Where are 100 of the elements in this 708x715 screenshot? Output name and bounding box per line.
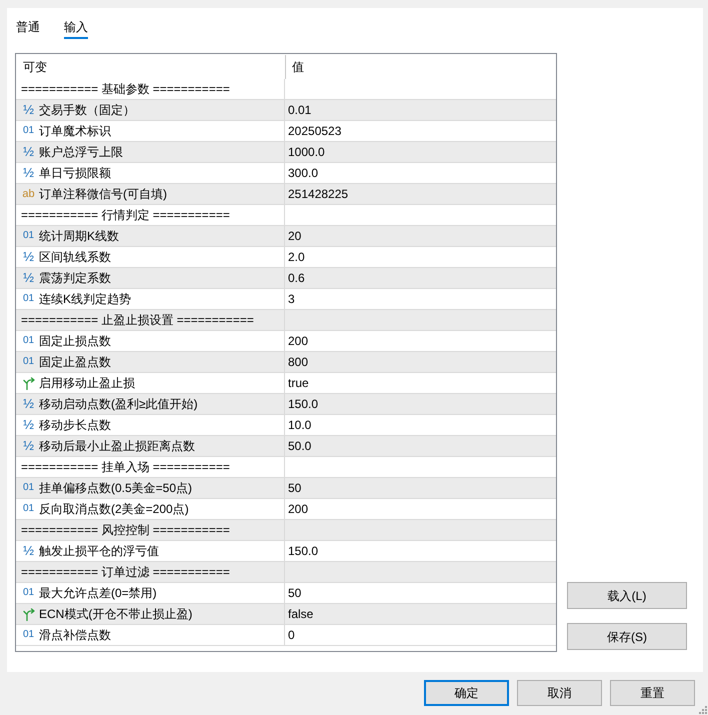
value-cell[interactable]: 20250523	[285, 121, 556, 141]
parameter-name: ECN模式(开仓不带止损止盈)	[39, 606, 192, 623]
value-cell[interactable]: 50.0	[285, 436, 556, 456]
branch-arrow-icon	[22, 376, 34, 390]
value-cell[interactable]: 200	[285, 499, 556, 519]
table-row[interactable]: 01 挂单偏移点数(0.5美金=50点) 50	[16, 478, 556, 499]
parameter-name: 滑点补偿点数	[39, 627, 111, 644]
table-row[interactable]: ½ 移动启动点数(盈利≥此值开始) 150.0	[16, 394, 556, 415]
value-cell[interactable]: 200	[285, 331, 556, 351]
fraction-icon: ½	[22, 271, 35, 285]
parameter-name: 固定止盈点数	[39, 354, 111, 371]
group-heading: =========== 订单过滤 ===========	[21, 564, 230, 581]
table-row[interactable]: ½ 触发止损平仓的浮亏值 150.0	[16, 541, 556, 562]
table-row[interactable]: ½ 移动步长点数 10.0	[16, 415, 556, 436]
group-heading: =========== 行情判定 ===========	[21, 207, 230, 224]
parameter-name: 启用移动止盈止损	[39, 375, 135, 392]
parameter-name: 账户总浮亏上限	[39, 144, 123, 161]
digits-icon: 01	[22, 124, 35, 138]
fraction-icon: ½	[22, 439, 35, 453]
parameter-name: 移动步长点数	[39, 417, 111, 434]
value-cell[interactable]: 150.0	[285, 541, 556, 561]
table-row[interactable]: ½ 单日亏损限额 300.0	[16, 163, 556, 184]
table-row[interactable]: ½ 交易手数（固定） 0.01	[16, 100, 556, 121]
dialog-button[interactable]: 重置	[610, 680, 695, 706]
table-row[interactable]: =========== 行情判定 ===========	[16, 205, 556, 226]
fraction-icon: ½	[22, 145, 35, 159]
fraction-icon: ½	[22, 250, 35, 264]
fraction-icon: ½	[22, 103, 35, 117]
value-cell[interactable]: 2.0	[285, 247, 556, 267]
value-cell[interactable]: 0.01	[285, 100, 556, 120]
parameter-name: 震荡判定系数	[39, 270, 111, 287]
table-row[interactable]: ½ 震荡判定系数 0.6	[16, 268, 556, 289]
table-row[interactable]: ½ 移动后最小止盈止损距离点数 50.0	[16, 436, 556, 457]
value-cell[interactable]: 150.0	[285, 394, 556, 414]
parameter-name: 单日亏损限额	[39, 165, 111, 182]
table-row[interactable]: 01 连续K线判定趋势 3	[16, 289, 556, 310]
digits-icon: 01	[22, 292, 35, 306]
table-row[interactable]: =========== 订单过滤 ===========	[16, 562, 556, 583]
group-heading: =========== 止盈止损设置 ===========	[21, 312, 254, 329]
value-cell[interactable]: 1000.0	[285, 142, 556, 162]
value-cell[interactable]: 10.0	[285, 415, 556, 435]
value-cell[interactable]: 50	[285, 478, 556, 498]
value-cell[interactable]: 300.0	[285, 163, 556, 183]
value-cell[interactable]: 0	[285, 625, 556, 645]
parameter-name: 订单注释微信号(可自填)	[39, 186, 167, 203]
table-row[interactable]: ½ 账户总浮亏上限 1000.0	[16, 142, 556, 163]
table-row[interactable]: =========== 挂单入场 ===========	[16, 457, 556, 478]
value-cell[interactable]: 3	[285, 289, 556, 309]
table-row[interactable]: 01 固定止损点数 200	[16, 331, 556, 352]
resize-grip-icon[interactable]	[699, 706, 707, 714]
table-row[interactable]: 01 滑点补偿点数 0	[16, 625, 556, 646]
digits-icon: 01	[22, 628, 35, 642]
digits-icon: 01	[22, 502, 35, 516]
digits-icon: 01	[22, 334, 35, 348]
text-type-icon: ab	[22, 187, 35, 201]
parameter-name: 区间轨线系数	[39, 249, 111, 266]
table-row[interactable]: 01 最大允许点差(0=禁用) 50	[16, 583, 556, 604]
value-cell[interactable]: false	[285, 604, 556, 624]
parameter-name: 最大允许点差(0=禁用)	[39, 585, 157, 602]
fraction-icon: ½	[22, 544, 35, 558]
parameter-name: 移动启动点数(盈利≥此值开始)	[39, 396, 198, 413]
value-cell[interactable]: 0.6	[285, 268, 556, 288]
table-row[interactable]: 01 订单魔术标识 20250523	[16, 121, 556, 142]
value-cell[interactable]: 50	[285, 583, 556, 603]
branch-arrow-icon	[22, 608, 34, 620]
parameter-name: 交易手数（固定）	[39, 102, 135, 119]
parameter-name: 反向取消点数(2美金=200点)	[39, 501, 189, 518]
table-row[interactable]: ECN模式(开仓不带止损止盈) false	[16, 604, 556, 625]
table-row[interactable]: 01 统计周期K线数 20	[16, 226, 556, 247]
tab[interactable]: 输入	[64, 18, 88, 39]
side-button[interactable]: 保存(S)	[567, 623, 687, 650]
table-row[interactable]: 01 固定止盈点数 800	[16, 352, 556, 373]
value-cell[interactable]: true	[285, 373, 556, 393]
value-cell[interactable]: 251428225	[285, 184, 556, 204]
table-row[interactable]: =========== 风控控制 ===========	[16, 520, 556, 541]
table-row[interactable]: ab 订单注释微信号(可自填) 251428225	[16, 184, 556, 205]
table-row[interactable]: =========== 止盈止损设置 ===========	[16, 310, 556, 331]
value-cell[interactable]: 800	[285, 352, 556, 372]
parameter-name: 挂单偏移点数(0.5美金=50点)	[39, 480, 192, 497]
digits-icon: 01	[22, 586, 35, 600]
group-heading: =========== 风控控制 ===========	[21, 522, 230, 539]
side-button[interactable]: 载入(L)	[567, 582, 687, 609]
table-row[interactable]: =========== 基础参数 ===========	[16, 79, 556, 100]
value-cell[interactable]: 20	[285, 226, 556, 246]
table-row[interactable]: 启用移动止盈止损 true	[16, 373, 556, 394]
digits-icon: 01	[22, 229, 35, 243]
column-header[interactable]: 可变	[16, 54, 285, 79]
tab[interactable]: 普通	[16, 18, 40, 39]
parameter-name: 连续K线判定趋势	[39, 291, 132, 308]
dialog-button[interactable]: 确定	[424, 680, 509, 706]
parameter-name: 统计周期K线数	[39, 228, 120, 245]
dialog-button[interactable]: 取消	[517, 680, 602, 706]
digits-icon: 01	[22, 481, 35, 495]
group-heading: =========== 基础参数 ===========	[21, 81, 230, 98]
table-row[interactable]: ½ 区间轨线系数 2.0	[16, 247, 556, 268]
digits-icon: 01	[22, 355, 35, 369]
parameter-name: 移动后最小止盈止损距离点数	[39, 438, 195, 455]
group-heading: =========== 挂单入场 ===========	[21, 459, 230, 476]
parameter-name: 触发止损平仓的浮亏值	[39, 543, 159, 560]
table-row[interactable]: 01 反向取消点数(2美金=200点) 200	[16, 499, 556, 520]
